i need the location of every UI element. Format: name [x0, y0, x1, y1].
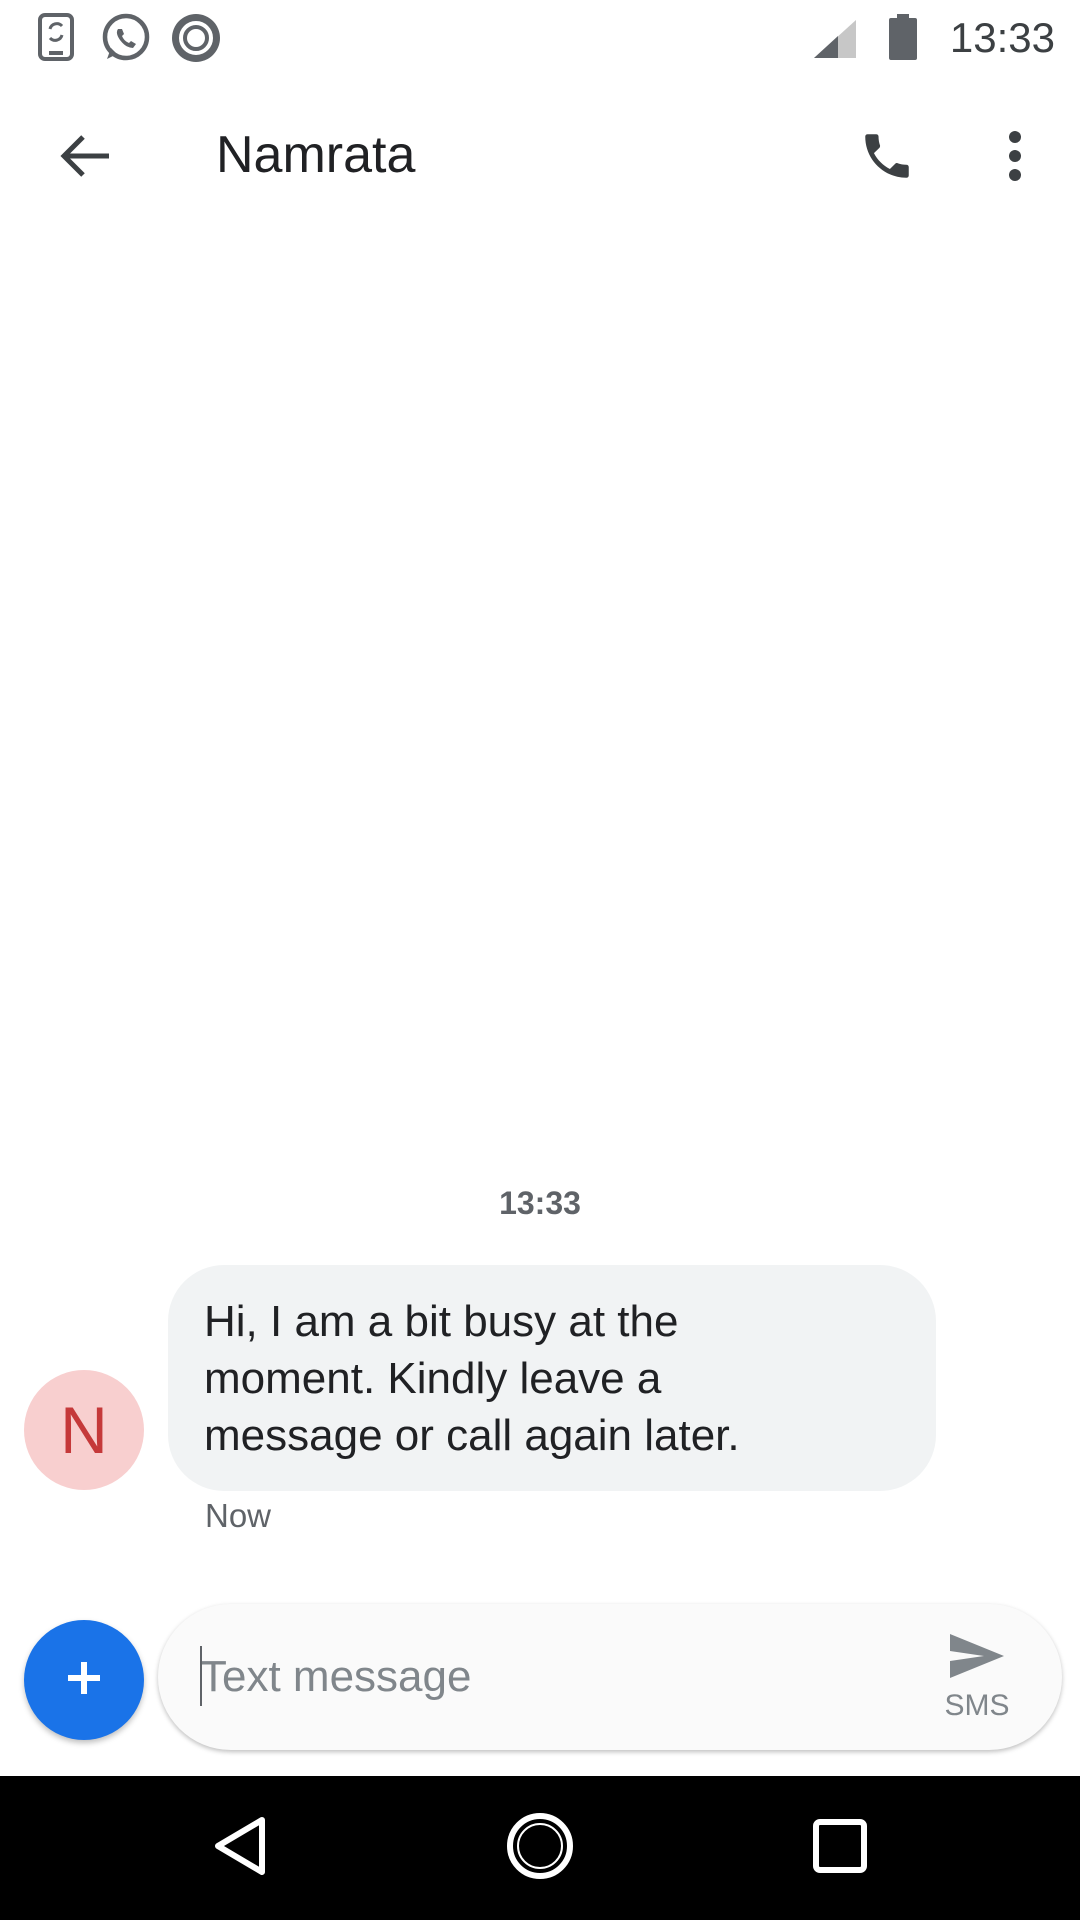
message-line: Hi, I am a bit busy at the: [204, 1297, 679, 1346]
back-triangle-icon: [212, 1816, 268, 1881]
home-circle-icon: [506, 1812, 574, 1885]
signal-icon: [812, 18, 858, 65]
send-label: SMS: [944, 1688, 1010, 1722]
status-time: 13:33: [949, 14, 1055, 61]
messages-screen: 13:33 Namrata 13:33 N Hi, I am a bit bus…: [0, 0, 1080, 1920]
compose-box: SMS: [158, 1604, 1062, 1750]
attach-button[interactable]: [24, 1620, 144, 1740]
phone-icon: [858, 127, 916, 190]
text-cursor: [200, 1646, 202, 1706]
whatsapp-icon: [100, 12, 152, 69]
phone-sync-icon: [36, 12, 78, 67]
more-vert-icon: [1007, 130, 1023, 187]
avatar-initial: N: [60, 1393, 108, 1467]
nav-back-button[interactable]: [190, 1798, 290, 1898]
message-input[interactable]: [200, 1642, 880, 1712]
message-timestamp: 13:33: [499, 1185, 581, 1221]
back-arrow-icon: [59, 133, 111, 184]
incoming-message-bubble[interactable]: Hi, I am a bit busy at the moment. Kindl…: [168, 1265, 936, 1491]
system-navigation-bar: [0, 1776, 1080, 1920]
circle-app-icon: [170, 12, 222, 69]
back-button[interactable]: [40, 113, 130, 203]
contact-name: Namrata: [216, 126, 416, 184]
more-options-button[interactable]: [970, 113, 1060, 203]
nav-home-button[interactable]: [490, 1798, 590, 1898]
avatar[interactable]: N: [24, 1370, 144, 1490]
send-button[interactable]: SMS: [922, 1622, 1032, 1732]
message-status: Now: [205, 1497, 272, 1534]
conversation-header: Namrata: [0, 75, 1080, 235]
battery-icon: [888, 14, 918, 65]
plus-icon: [64, 1658, 104, 1703]
status-bar: 13:33: [0, 0, 1080, 75]
send-icon: [948, 1632, 1006, 1685]
message-line: moment. Kindly leave a: [204, 1354, 662, 1403]
recents-square-icon: [813, 1818, 867, 1878]
message-line: message or call again later.: [204, 1411, 740, 1460]
nav-recents-button[interactable]: [790, 1798, 890, 1898]
call-button[interactable]: [842, 113, 932, 203]
